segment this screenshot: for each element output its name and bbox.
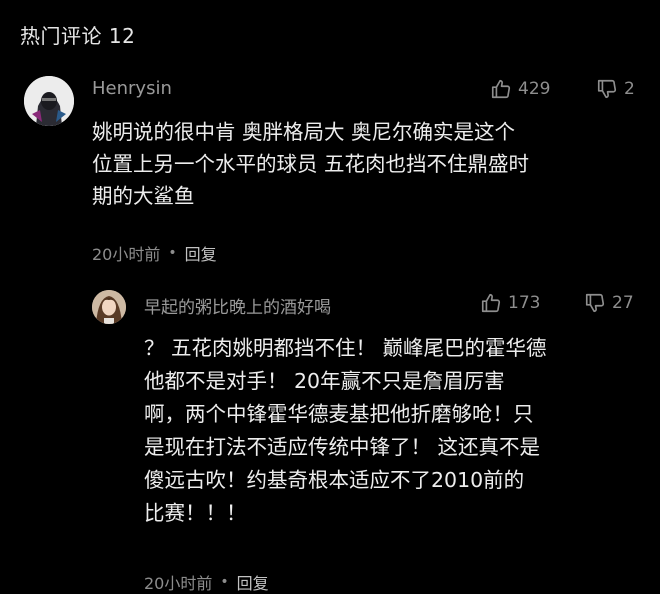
- reply-text-line: 啊，两个中锋霍华德麦基把他折磨够呛！只: [144, 402, 534, 426]
- reply-text-line: 他都不是对手！ 20年赢不只是詹眉厉害: [144, 369, 505, 393]
- reply-text: ？ 五花肉姚明都挡不住！ 巅峰尾巴的霍华德 他都不是对手！ 20年赢不只是詹眉厉…: [144, 332, 644, 530]
- thumbs-up-icon: [481, 293, 501, 313]
- woman-photo-avatar-icon: [92, 290, 126, 324]
- thumbs-up-icon: [491, 79, 511, 99]
- reply-meta: 20小时前 • 回复: [144, 570, 269, 594]
- reply-time: 20小时前: [144, 574, 213, 593]
- comment-text-line: 位置上另一个水平的球员 五花肉也挡不住鼎盛时: [92, 152, 530, 176]
- thumbs-down-icon: [597, 79, 617, 99]
- comment-time: 20小时前: [92, 245, 161, 264]
- comment-text-line: 期的大鲨鱼: [92, 184, 195, 208]
- like-count: 429: [518, 79, 551, 99]
- reply-text-line: 是现在打法不适应传统中锋了！ 这还真不是: [144, 435, 541, 459]
- hooded-figure-avatar-icon: [24, 76, 74, 126]
- reply-button[interactable]: 回复: [237, 570, 269, 594]
- dislike-count: 2: [624, 79, 635, 99]
- avatar[interactable]: [92, 290, 126, 324]
- like-button[interactable]: 429: [490, 78, 550, 100]
- comments-section-title: 热门评论 12: [20, 24, 136, 48]
- comment-author[interactable]: Henrysin: [92, 78, 172, 99]
- reply-author[interactable]: 早起的粥比晚上的酒好喝: [144, 293, 331, 318]
- dislike-count: 27: [612, 293, 634, 313]
- avatar[interactable]: [24, 76, 74, 126]
- reply-text-line: 傻远古吹！约基奇根本适应不了2010前的: [144, 468, 525, 492]
- separator-dot: •: [168, 245, 177, 261]
- reply-text-line: 比赛！！！: [144, 501, 247, 525]
- comment-text: 姚明说的很中肯 奥胖格局大 奥尼尔确实是这个 位置上另一个水平的球员 五花肉也挡…: [92, 116, 652, 212]
- comment-text-line: 姚明说的很中肯 奥胖格局大 奥尼尔确实是这个: [92, 120, 516, 144]
- reply-text-line: ？ 五花肉姚明都挡不住！ 巅峰尾巴的霍华德: [144, 336, 547, 360]
- separator-dot: •: [220, 574, 229, 590]
- thumbs-down-icon: [585, 293, 605, 313]
- dislike-button[interactable]: 2: [596, 78, 635, 100]
- comment-meta: 20小时前 • 回复: [92, 241, 217, 265]
- like-count: 173: [508, 293, 541, 313]
- reply-button[interactable]: 回复: [185, 241, 217, 265]
- dislike-button[interactable]: 27: [584, 292, 634, 314]
- like-button[interactable]: 173: [480, 292, 540, 314]
